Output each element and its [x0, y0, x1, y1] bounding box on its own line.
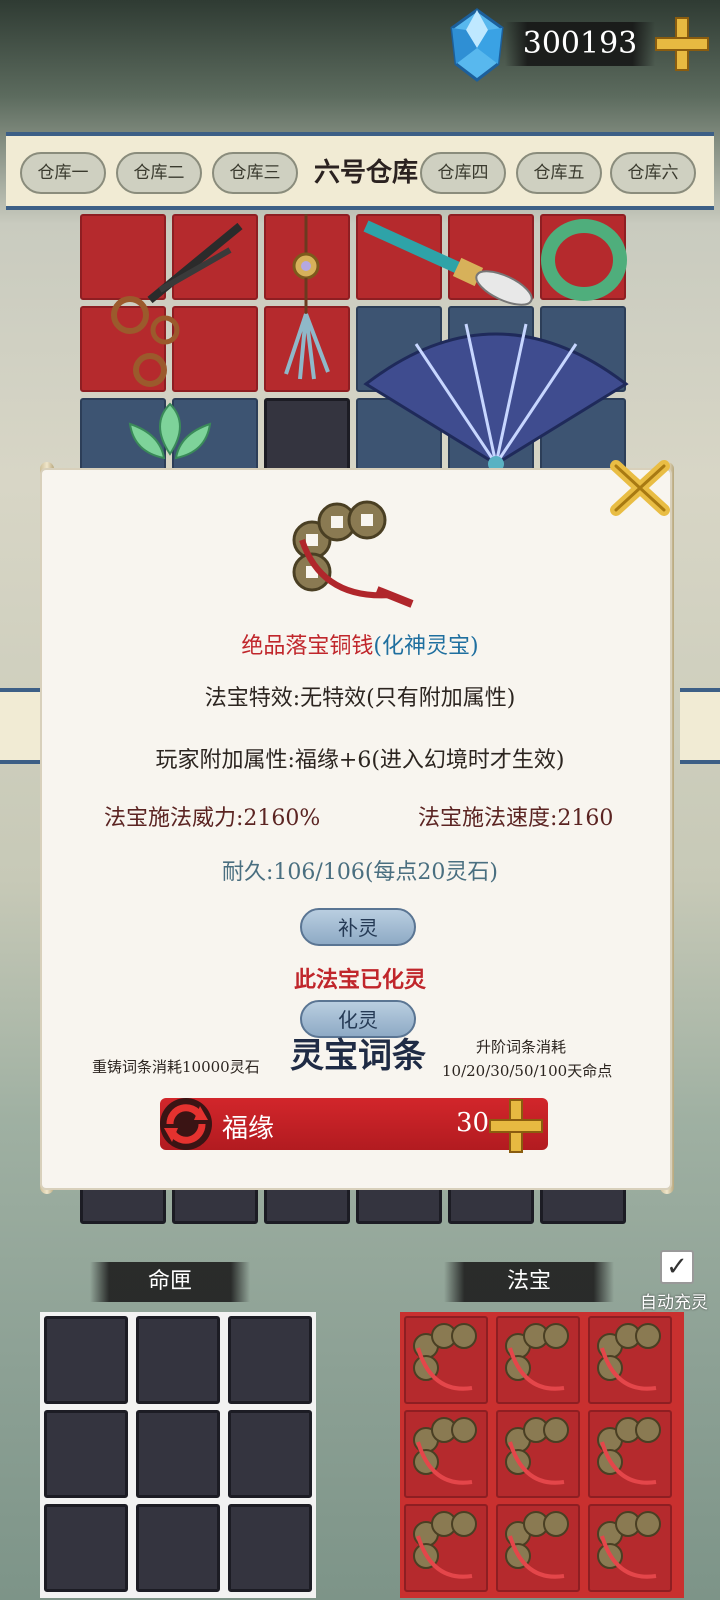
- treasure-slot-copper-coins[interactable]: [496, 1410, 580, 1498]
- copper-coins-icon: [505, 1323, 569, 1391]
- affix-plus-icon[interactable]: [486, 1096, 546, 1156]
- fate-slot[interactable]: [228, 1316, 312, 1404]
- tab-warehouse-5[interactable]: 仓库五: [516, 152, 602, 194]
- spiritualized-status: 此法宝已化灵: [293, 967, 426, 993]
- copper-coins-icon: [505, 1417, 569, 1485]
- fate-box-label: 命匣: [90, 1262, 250, 1302]
- fate-slot[interactable]: [44, 1504, 128, 1592]
- fate-slot[interactable]: [136, 1504, 220, 1592]
- tab-warehouse-1[interactable]: 仓库一: [20, 152, 106, 194]
- copper-coins-icon: [292, 500, 414, 608]
- fate-slot[interactable]: [228, 1410, 312, 1498]
- affix-title: 灵宝词条: [290, 1036, 426, 1076]
- item-player-attr: 玩家附加属性:福缘+6(进入幻境时才生效): [155, 748, 565, 773]
- copper-coins-icon: [413, 1417, 477, 1485]
- warehouse-tab-bar: 仓库一 仓库二 仓库三 六号仓库 仓库四 仓库五 仓库六: [6, 132, 714, 210]
- jade-bracelet-icon[interactable]: [540, 218, 628, 302]
- treasure-slot-copper-coins[interactable]: [588, 1410, 672, 1498]
- auto-recharge-checkbox[interactable]: ✓: [660, 1250, 694, 1284]
- treasure-slot-copper-coins[interactable]: [404, 1504, 488, 1592]
- scissors-icon[interactable]: [90, 220, 250, 390]
- copper-coins-icon: [597, 1511, 661, 1579]
- copper-coins-icon: [505, 1511, 569, 1579]
- fate-slot[interactable]: [44, 1410, 128, 1498]
- copper-coins-icon: [597, 1323, 661, 1391]
- treasure-label: 法宝: [444, 1262, 614, 1302]
- folding-fan-icon[interactable]: [356, 314, 636, 474]
- tab-active-warehouse-6: 六号仓库: [313, 158, 418, 188]
- tab-warehouse-3[interactable]: 仓库三: [212, 152, 298, 194]
- treasure-slot-copper-coins[interactable]: [588, 1316, 672, 1404]
- diamond-gem-icon: [448, 8, 506, 82]
- fate-slot[interactable]: [136, 1410, 220, 1498]
- affix-value: 30: [456, 1108, 490, 1138]
- item-name-text: 绝品落宝铜钱: [241, 634, 374, 659]
- treasure-slot-copper-coins[interactable]: [404, 1410, 488, 1498]
- auto-recharge-label: 自动充灵: [640, 1293, 708, 1313]
- pendant-tassel-icon[interactable]: [276, 214, 336, 384]
- reroll-icon[interactable]: [156, 1094, 216, 1154]
- item-speed: 法宝施法速度:2160: [418, 806, 614, 831]
- item-tier: (化神灵宝): [373, 634, 479, 659]
- plus-icon[interactable]: [652, 14, 712, 74]
- upgrade-cost-values: 10/20/30/50/100天命点: [442, 1062, 613, 1080]
- upgrade-cost-label: 升阶词条消耗: [476, 1038, 567, 1056]
- treasure-slot-copper-coins[interactable]: [404, 1316, 488, 1404]
- fate-slot[interactable]: [136, 1316, 220, 1404]
- affix-name: 福缘: [222, 1114, 275, 1144]
- lotus-icon[interactable]: [100, 394, 240, 464]
- copper-coins-icon: [413, 1323, 477, 1391]
- fate-box-grid: [40, 1312, 316, 1598]
- item-power: 法宝施法威力:2160%: [104, 806, 321, 831]
- tab-warehouse-2[interactable]: 仓库二: [116, 152, 202, 194]
- fate-slot[interactable]: [228, 1504, 312, 1592]
- item-durability: 耐久:106/106(每点20灵石): [222, 860, 498, 885]
- copper-coins-icon: [597, 1417, 661, 1485]
- fate-slot[interactable]: [44, 1316, 128, 1404]
- tab-warehouse-4[interactable]: 仓库四: [420, 152, 506, 194]
- reforge-cost-text: 重铸词条消耗10000灵石: [92, 1058, 260, 1076]
- copper-coins-icon: [413, 1511, 477, 1579]
- item-name: 绝品落宝铜钱(化神灵宝): [0, 628, 720, 660]
- brush-icon[interactable]: [356, 216, 536, 306]
- recharge-button[interactable]: 补灵: [300, 908, 416, 946]
- treasure-grid: [400, 1312, 684, 1598]
- close-icon[interactable]: [608, 456, 672, 520]
- item-effect: 法宝特效:无特效(只有附加属性): [204, 686, 516, 711]
- treasure-slot-copper-coins[interactable]: [496, 1316, 580, 1404]
- treasure-slot-copper-coins[interactable]: [496, 1504, 580, 1592]
- tab-warehouse-6[interactable]: 仓库六: [610, 152, 696, 194]
- treasure-slot-copper-coins[interactable]: [588, 1504, 672, 1592]
- currency-value: 300193: [505, 22, 655, 66]
